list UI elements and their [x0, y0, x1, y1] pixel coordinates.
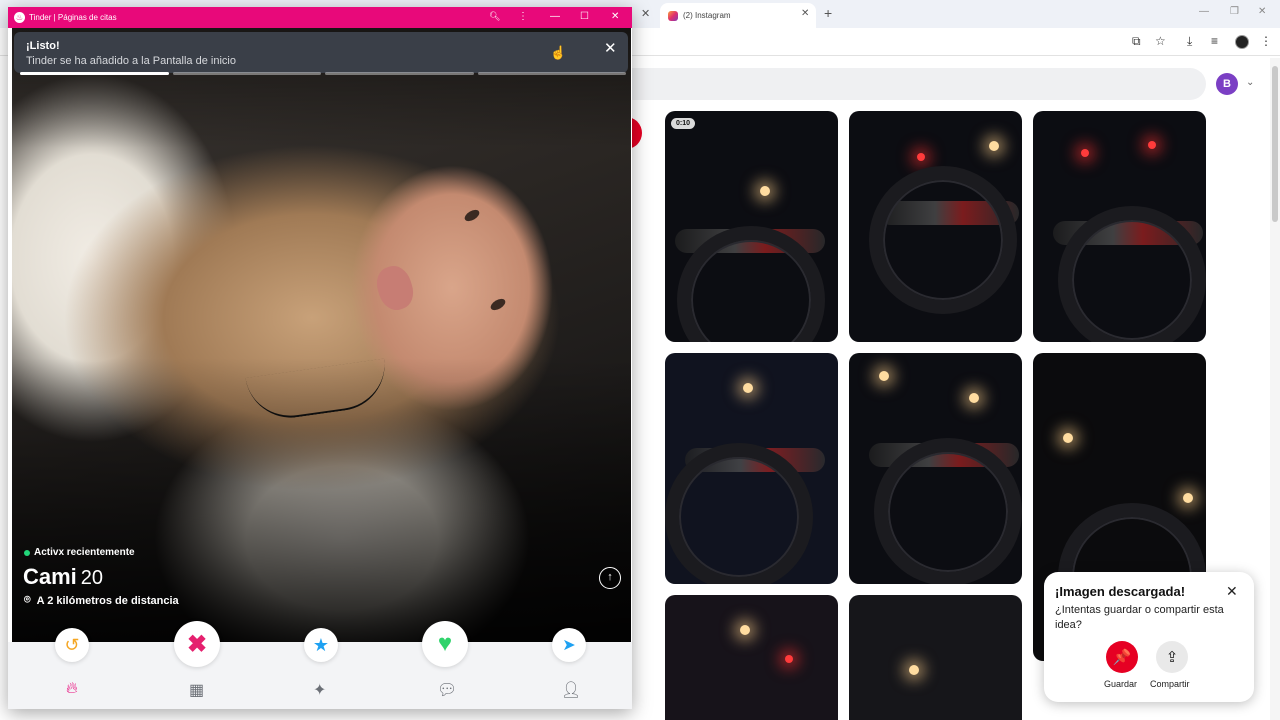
pin-image[interactable] — [665, 353, 838, 584]
action-bar: ↺ ✖ ★ ♥ ➤ 🔥︎ ▦ ✦ 💬︎ 👤︎ — [8, 621, 632, 709]
minimize-icon[interactable]: — — [1199, 6, 1209, 17]
close-icon[interactable]: ✕ — [1226, 583, 1238, 600]
like-icon: ♥ — [437, 630, 453, 657]
profile-distance: ⌾ A 2 kilómetros de distancia — [24, 594, 179, 607]
pin-image[interactable] — [1033, 111, 1206, 342]
menu-kebab-icon[interactable]: ⋮ — [1260, 34, 1272, 48]
sparkle-icon[interactable]: ✦ — [313, 680, 326, 700]
tinder-logo-icon: ♨ — [14, 12, 25, 23]
open-profile-button[interactable]: ↑ — [599, 567, 621, 589]
maximize-icon[interactable]: ☐ — [580, 11, 589, 22]
pin-image[interactable]: 0:10 — [665, 111, 838, 342]
rewind-icon: ↺ — [64, 634, 80, 655]
profile-name: Cami — [23, 564, 77, 589]
scrollbar-thumb[interactable] — [1272, 66, 1278, 222]
online-status: Activx recientemente — [24, 547, 135, 558]
status-text: Activx recientemente — [34, 547, 135, 558]
boost-icon: ➤ — [562, 637, 576, 654]
boost-button[interactable]: ➤ — [552, 628, 586, 662]
tab-label: (2) Instagram — [683, 11, 731, 20]
share-button[interactable]: ⇪ — [1156, 641, 1188, 673]
maximize-icon[interactable]: ❐ — [1230, 6, 1239, 17]
photo-progress-segment[interactable] — [477, 72, 626, 75]
online-dot-icon — [24, 549, 30, 556]
banner-subtitle: Tinder se ha añadido a la Pantalla de in… — [26, 55, 236, 67]
install-notification: ¡Listo! Tinder se ha añadido a la Pantal… — [14, 32, 628, 73]
close-icon[interactable]: ✕ — [1258, 6, 1266, 17]
toast-text: ¿Intentas guardar o compartir esta idea? — [1055, 604, 1224, 631]
save-button[interactable]: 📌 — [1106, 641, 1138, 673]
distance-text: A 2 kilómetros de distancia — [36, 594, 179, 607]
close-tab-icon[interactable]: ✕ — [641, 7, 650, 20]
app-titlebar: ♨ Tinder | Páginas de citas 🔍︎ ⋮ — ☐ ✕ — [8, 7, 632, 28]
profile-age: 20 — [80, 567, 104, 589]
close-icon[interactable]: ✕ — [604, 39, 617, 57]
banner-title: ¡Listo! — [26, 40, 60, 52]
mouse-pointer-icon: ☝ — [550, 45, 567, 60]
new-tab-button[interactable]: + — [824, 5, 832, 21]
super-like-button[interactable]: ★ — [304, 628, 338, 662]
pin-image[interactable] — [665, 595, 838, 720]
tab-instagram[interactable]: (2) Instagram ✕ — [660, 3, 816, 28]
upload-icon: ⇪ — [1165, 649, 1179, 666]
minimize-icon[interactable]: — — [550, 11, 560, 22]
download-icon[interactable]: ⤓ — [1187, 34, 1192, 49]
arrow-up-icon: ↑ — [607, 571, 613, 583]
pin-image[interactable] — [849, 353, 1022, 584]
like-button[interactable]: ♥ — [422, 621, 468, 667]
chat-icon[interactable]: 💬︎ — [437, 680, 457, 700]
close-icon[interactable]: ✕ — [611, 11, 619, 22]
explore-icon[interactable]: ▦ — [189, 680, 204, 700]
download-toast: ¡Imagen descargada! ✕ ¿Intentas guardar … — [1044, 572, 1254, 702]
flame-icon[interactable]: 🔥︎ — [66, 680, 78, 698]
bookmark-star-icon[interactable]: ☆ — [1155, 34, 1166, 48]
save-label: Guardar — [1104, 679, 1138, 689]
search-input[interactable] — [632, 68, 1206, 100]
rewind-button[interactable]: ↺ — [55, 628, 89, 662]
photo-progress-segment[interactable] — [325, 72, 474, 75]
nope-icon: ✖ — [186, 630, 208, 658]
instagram-icon — [668, 10, 678, 21]
close-tab-icon[interactable]: ✕ — [801, 8, 809, 19]
photo-progress — [20, 72, 626, 75]
media-control-icon[interactable]: ≡ — [1211, 34, 1218, 48]
tinder-app-window: ♨ Tinder | Páginas de citas 🔍︎ ⋮ — ☐ ✕ ¡… — [8, 7, 632, 709]
chevron-down-icon[interactable]: ⌄ — [1246, 77, 1254, 88]
avatar[interactable]: B — [1216, 73, 1238, 95]
super-like-icon: ★ — [312, 634, 330, 655]
install-app-icon[interactable]: ⧉ — [1132, 34, 1141, 49]
search-icon[interactable]: 🔍︎ — [489, 11, 500, 22]
video-duration: 0:10 — [671, 118, 696, 129]
location-pin-icon: ⌾ — [24, 594, 31, 606]
pin-icon: 📌 — [1112, 649, 1132, 666]
nope-button[interactable]: ✖ — [174, 621, 220, 667]
profile-icon[interactable] — [1235, 35, 1249, 49]
toast-title: ¡Imagen descargada! — [1055, 584, 1186, 599]
photo-progress-segment[interactable] — [172, 72, 321, 75]
pin-image[interactable] — [849, 595, 1022, 720]
profile-name-age: Cami 20 — [23, 564, 103, 590]
pin-image[interactable] — [849, 111, 1022, 342]
photo-progress-segment[interactable] — [20, 72, 169, 75]
window-title: Tinder | Páginas de citas — [29, 13, 117, 22]
profile-icon[interactable]: 👤︎ — [561, 680, 581, 700]
menu-kebab-icon[interactable]: ⋮ — [518, 11, 528, 22]
share-label: Compartir — [1150, 679, 1190, 689]
